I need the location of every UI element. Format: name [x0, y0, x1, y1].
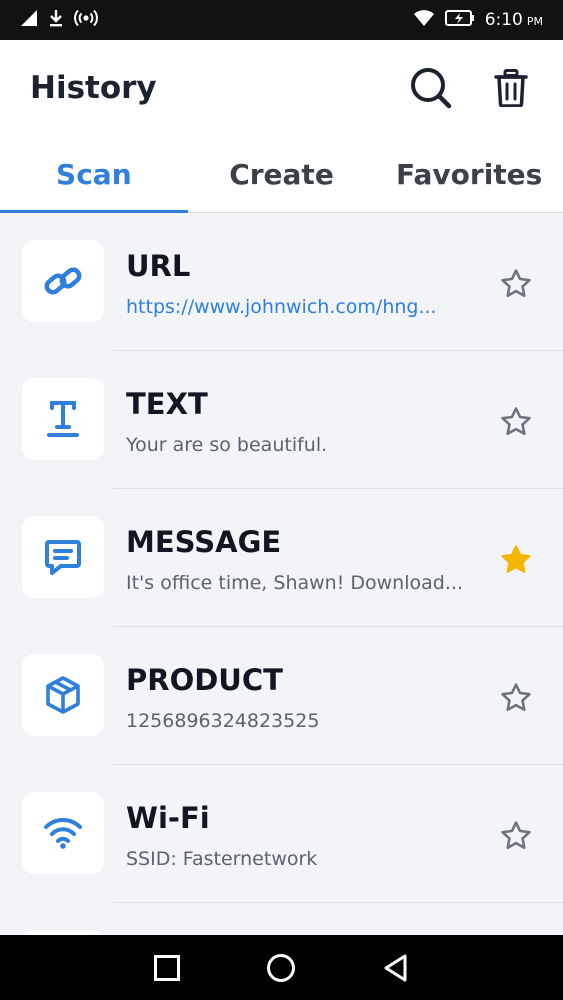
- favorite-button[interactable]: [497, 817, 535, 855]
- system-nav-bar: [0, 935, 563, 1000]
- item-subtitle: It's office time, Shawn! Download...: [126, 572, 463, 594]
- home-circle-icon: [267, 953, 296, 982]
- item-icon-box: [22, 654, 104, 736]
- message-icon: [45, 540, 81, 575]
- history-list: URL https://www.johnwich.com/hng... TEXT…: [0, 213, 563, 935]
- status-left: [20, 9, 98, 32]
- status-time: 6:10 PM: [485, 10, 543, 30]
- item-subtitle: Your are so beautiful.: [126, 434, 328, 456]
- star-outline-icon: [501, 821, 531, 850]
- list-item[interactable]: TEXT Your are so beautiful.: [0, 351, 563, 489]
- list-item-partial[interactable]: [0, 903, 563, 935]
- page-title: History: [30, 70, 157, 106]
- search-icon: [411, 68, 452, 109]
- battery-charging-icon: [444, 9, 475, 31]
- status-time-value: 6:10: [484, 10, 523, 30]
- search-button[interactable]: [409, 66, 453, 110]
- list-item[interactable]: URL https://www.johnwich.com/hng...: [0, 213, 563, 351]
- item-icon-box: [22, 240, 104, 322]
- list-item[interactable]: Wi-Fi SSID: Fasternetwork: [0, 765, 563, 903]
- item-subtitle: 1256896324823525: [126, 710, 320, 732]
- item-title: MESSAGE: [126, 525, 282, 559]
- hotspot-icon: [74, 9, 98, 32]
- item-title: PRODUCT: [126, 663, 283, 697]
- list-item[interactable]: MESSAGE It's office time, Shawn! Downloa…: [0, 489, 563, 627]
- app-header: History: [0, 40, 563, 136]
- back-triangle-icon: [384, 954, 407, 981]
- item-title: TEXT: [126, 387, 208, 421]
- star-outline-icon: [501, 269, 531, 298]
- status-ampm: PM: [526, 15, 543, 28]
- wifi-icon: [413, 9, 435, 32]
- item-title: Wi-Fi: [126, 801, 210, 835]
- item-icon-box: [22, 516, 104, 598]
- signal-icon: [20, 9, 38, 32]
- text-icon: [47, 401, 79, 437]
- star-outline-icon: [501, 683, 531, 712]
- wifi-icon: [44, 817, 82, 849]
- header-actions: [409, 66, 533, 110]
- favorite-button[interactable]: [497, 265, 535, 303]
- item-icon-box: [22, 792, 104, 874]
- recents-square-icon: [154, 954, 181, 981]
- star-outline-icon: [501, 407, 531, 436]
- favorite-button[interactable]: [497, 403, 535, 441]
- link-icon: [44, 267, 82, 295]
- favorite-button[interactable]: [497, 679, 535, 717]
- box-icon: [46, 676, 80, 714]
- status-right: 6:10 PM: [413, 9, 543, 32]
- list-item[interactable]: PRODUCT 1256896324823525: [0, 627, 563, 765]
- home-button[interactable]: [259, 946, 303, 990]
- tab-bar: Scan Create Favorites: [0, 136, 563, 213]
- item-subtitle: https://www.johnwich.com/hng...: [126, 296, 437, 318]
- download-icon: [48, 9, 64, 32]
- tab-create[interactable]: Create: [188, 136, 376, 212]
- item-subtitle: SSID: Fasternetwork: [126, 848, 318, 870]
- back-button[interactable]: [374, 946, 418, 990]
- tab-scan[interactable]: Scan: [0, 136, 188, 213]
- trash-icon: [494, 69, 528, 107]
- status-bar: 6:10 PM: [0, 0, 563, 40]
- item-title: URL: [126, 249, 191, 283]
- tab-favorites[interactable]: Favorites: [375, 136, 563, 212]
- star-filled-icon: [501, 545, 531, 573]
- recents-button[interactable]: [145, 946, 189, 990]
- delete-button[interactable]: [489, 66, 533, 110]
- item-icon-box: [22, 378, 104, 460]
- favorite-button[interactable]: [497, 541, 535, 579]
